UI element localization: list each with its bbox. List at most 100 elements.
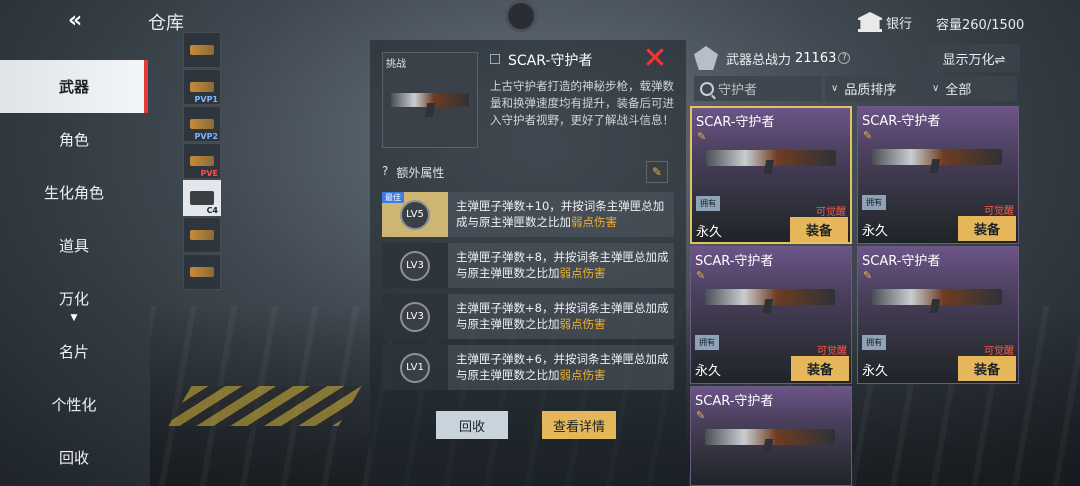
rifle-image [705, 429, 835, 445]
skin-mark-icon: ✎ [696, 269, 706, 282]
nav-item-recycle[interactable]: 回收 [0, 431, 148, 484]
attribute-row: 最佳 LV5 主弹匣子弹数+10，并按词条主弹匣总加成与原主弹匣数之比加弱点伤害 [382, 192, 674, 237]
category-helmet[interactable] [183, 217, 221, 253]
awaken-label: 可觉醒 [816, 207, 846, 218]
category-pvp2[interactable]: PVP2 [183, 106, 221, 142]
owned-badge: 拥有 [696, 196, 720, 211]
skin-mark-icon: ✎ [696, 409, 706, 422]
nav-item-items[interactable]: 道具 [0, 219, 148, 272]
weapon-card[interactable]: SCAR-守护者 ✎ 拥有 可觉醒 永久 装备 [857, 106, 1019, 244]
rifle-image [872, 289, 1002, 305]
bank-icon [858, 12, 882, 32]
left-nav: 武器 角色 生化角色 道具 万化 ▼ 名片 个性化 回收 [0, 60, 148, 484]
card-name: SCAR-守护者 [696, 115, 775, 130]
attribute-highlight: 弱点伤害 [559, 368, 606, 382]
rifle-icon [190, 156, 214, 166]
equip-button[interactable]: 装备 [791, 356, 849, 381]
view-details-button[interactable]: 查看详情 [542, 411, 616, 439]
help-icon[interactable]: ? [838, 52, 851, 64]
owned-badge: 拥有 [695, 335, 719, 350]
awaken-label: 可觉醒 [984, 206, 1014, 217]
capacity-indicator: 容量260/1500 [936, 18, 1025, 33]
nav-item-characters[interactable]: 角色 [0, 113, 148, 166]
power-value: 21163 [795, 50, 837, 66]
rifle-icon [190, 82, 214, 92]
owned-badge: 拥有 [862, 195, 886, 210]
skin-mark-icon: ✎ [697, 130, 707, 143]
nav-item-zombie-characters[interactable]: 生化角色 [0, 166, 148, 219]
equip-button[interactable]: 装备 [958, 216, 1016, 241]
equip-button[interactable]: 装备 [790, 217, 848, 242]
card-name: SCAR-守护者 [862, 114, 941, 129]
close-icon[interactable]: ✕ [640, 44, 670, 74]
attribute-info-icon[interactable]: ✎ [646, 161, 668, 183]
filter-dropdown[interactable]: ∨ 全部 [926, 76, 1017, 101]
camera-notch [505, 0, 537, 32]
category-pve[interactable]: PVE [183, 143, 221, 179]
expand-caret-icon: ▼ [70, 313, 78, 323]
grenade-icon [190, 119, 214, 129]
filter-row: 守护者 ∨ 品质排序 ∨ 全部 [694, 76, 1020, 101]
awaken-label: 可觉醒 [984, 346, 1014, 357]
rifle-icon [190, 45, 214, 55]
attribute-row: LV3 主弹匣子弹数+8，并按词条主弹匣总加成与原主弹匣数之比加弱点伤害 [382, 294, 674, 339]
background-hazard-stripe [168, 386, 362, 426]
card-name: SCAR-守护者 [862, 254, 941, 269]
search-input[interactable]: 守护者 [694, 76, 822, 101]
power-emblem-icon [694, 46, 718, 70]
show-wanhua-toggle[interactable]: 显示万化⇌ [928, 44, 1020, 72]
best-tag: 最佳 [382, 192, 404, 203]
back-button[interactable]: « [68, 7, 98, 33]
category-other[interactable] [183, 254, 221, 290]
rifle-image [705, 289, 835, 305]
back-arrow-icon: « [68, 7, 83, 33]
rifle-image [706, 150, 836, 166]
challenge-tag: 挑战 [386, 59, 406, 70]
attribute-highlight: 弱点伤害 [559, 317, 606, 331]
category-c4[interactable]: C4 [183, 180, 221, 216]
weapon-thumbnail: 挑战 [382, 52, 478, 148]
weapon-name: SCAR-守护者 [508, 53, 593, 69]
equip-button[interactable]: 装备 [958, 356, 1016, 381]
nav-item-wanhua[interactable]: 万化 ▼ [0, 272, 148, 325]
chevron-down-icon: ∨ [831, 83, 839, 94]
nav-item-cards[interactable]: 名片 [0, 325, 148, 378]
c4-icon [190, 191, 214, 205]
skin-mark-icon: ✎ [863, 129, 873, 142]
weapon-card[interactable]: SCAR-守护者 ✎ 拥有 可觉醒 永久 装备 [857, 246, 1019, 384]
help-icon[interactable]: ? [382, 164, 388, 181]
weapon-type-icon [490, 54, 500, 64]
knife-icon [190, 267, 214, 277]
attribute-highlight: 弱点伤害 [571, 215, 617, 229]
duration-label: 永久 [695, 364, 722, 379]
sort-dropdown[interactable]: ∨ 品质排序 [825, 76, 923, 101]
category-all[interactable] [183, 32, 221, 68]
helmet-icon [190, 230, 214, 240]
bank-button[interactable]: 银行 [858, 12, 912, 32]
card-name: SCAR-守护者 [695, 254, 774, 269]
weapon-card[interactable]: SCAR-守护者 ✎ [690, 386, 852, 486]
nav-item-personalize[interactable]: 个性化 [0, 378, 148, 431]
weapon-detail-panel: 挑战 SCAR-守护者 ✕ 上古守护者打造的神秘步枪，载弹数量和换弹速度均有提升… [370, 40, 686, 486]
attribute-row: LV3 主弹匣子弹数+8，并按词条主弹匣总加成与原主弹匣数之比加弱点伤害 [382, 243, 674, 288]
rifle-image [872, 149, 1002, 165]
recycle-button[interactable]: 回收 [436, 411, 508, 439]
rifle-image [391, 93, 469, 107]
duration-label: 永久 [862, 364, 889, 379]
awaken-label: 可觉醒 [817, 346, 847, 357]
card-name: SCAR-守护者 [695, 394, 774, 409]
page-title: 仓库 [148, 13, 184, 34]
duration-label: 永久 [696, 225, 723, 240]
level-badge: LV5 [400, 199, 430, 230]
bank-label: 银行 [886, 16, 913, 32]
category-pvp1[interactable]: PVP1 [183, 69, 221, 105]
attribute-text: 主弹匣子弹数+10，并按词条主弹匣总加成与原主弹匣数之比加 [456, 199, 665, 229]
chevron-down-icon: ∨ [932, 83, 940, 94]
attribute-row: LV1 主弹匣子弹数+6，并按词条主弹匣总加成与原主弹匣数之比加弱点伤害 [382, 345, 674, 390]
weapon-card[interactable]: SCAR-守护者 ✎ 拥有 可觉醒 永久 装备 [690, 246, 852, 384]
weapon-card[interactable]: SCAR-守护者 ✎ 拥有 可觉醒 永久 装备 [690, 106, 852, 244]
weapon-category-list: PVP1 PVP2 PVE C4 [183, 32, 221, 291]
duration-label: 永久 [862, 224, 889, 239]
power-label: 武器总战力 [726, 52, 792, 68]
nav-item-weapons[interactable]: 武器 [0, 60, 148, 113]
